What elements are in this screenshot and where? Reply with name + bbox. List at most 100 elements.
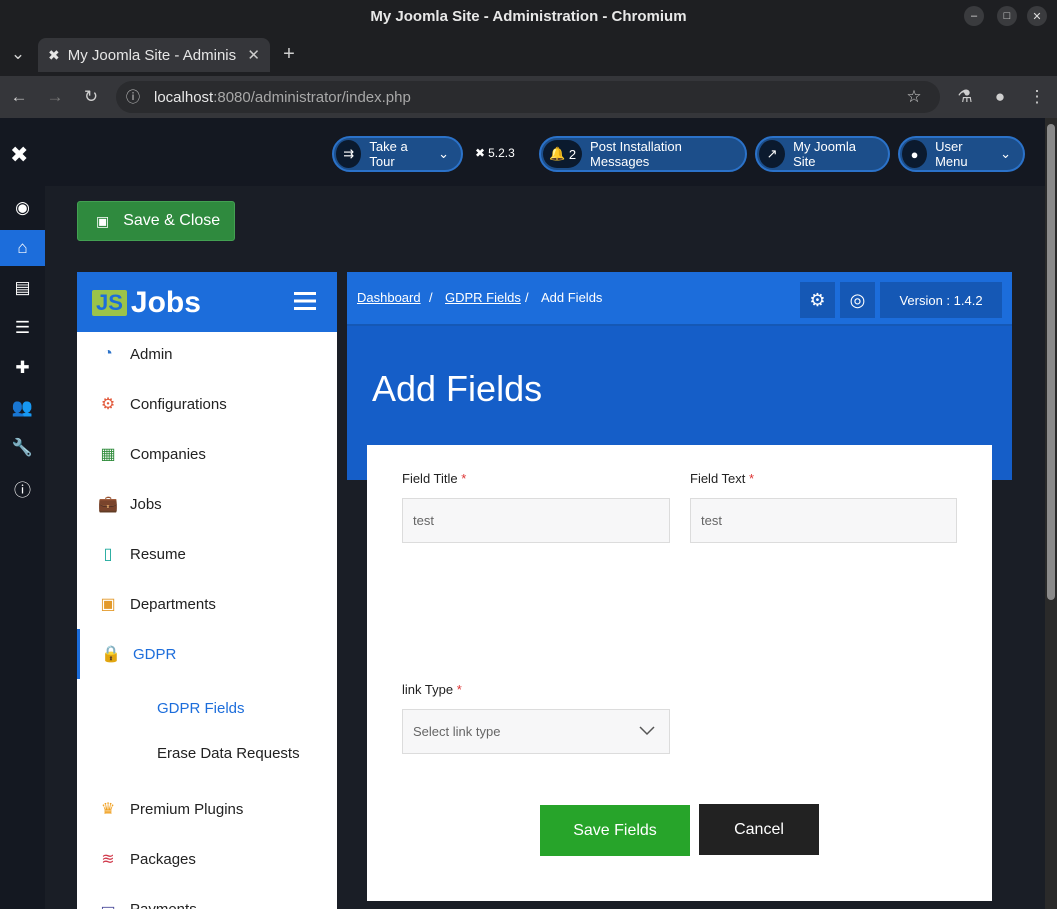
address-bar[interactable]: ⓘ localhost:8080/administrator/index.php	[116, 81, 940, 113]
url-path: :8080/administrator/index.php	[213, 88, 411, 106]
new-tab-icon[interactable]: +	[277, 42, 301, 66]
jsjobs-logo-mark: JS	[92, 290, 127, 316]
sidebar-item-label: GDPR	[133, 645, 177, 663]
sidebar-item-resume[interactable]: ▯ Resume	[77, 529, 337, 579]
briefcase-icon: 💼	[98, 496, 118, 513]
sidebar-item-configurations[interactable]: ⚙ Configurations	[77, 379, 337, 429]
signpost-icon: ⇉	[336, 140, 362, 168]
home-icon[interactable]: ⌂	[0, 230, 45, 266]
link-type-label: link Type *	[402, 682, 462, 697]
save-close-label: Save & Close	[123, 212, 221, 229]
required-marker: *	[749, 471, 755, 486]
content-file-icon[interactable]: ▤	[0, 270, 45, 306]
settings-gear-button[interactable]: ⚙	[800, 282, 835, 318]
sidebar-item-premium-plugins[interactable]: ♛ Premium Plugins	[77, 784, 337, 834]
chevron-down-icon: ⌄	[1000, 146, 1011, 161]
joomla-logo-icon[interactable]: ✖	[10, 142, 28, 168]
back-icon[interactable]: ←	[7, 85, 31, 109]
save-fields-button[interactable]: Save Fields	[540, 805, 690, 856]
bell-icon: 🔔	[549, 146, 566, 161]
required-marker: *	[456, 682, 462, 697]
joomla-favicon-icon: ✖	[48, 46, 60, 63]
sidebar-item-companies[interactable]: ▦ Companies	[77, 429, 337, 479]
field-title-label-text: Field Title	[402, 471, 458, 486]
site-info-icon[interactable]: ⓘ	[126, 87, 140, 107]
labs-flask-icon[interactable]: ⚗	[953, 85, 977, 109]
close-window-button[interactable]: ✕	[1027, 6, 1047, 26]
sidebar-item-label: Jobs	[130, 495, 162, 513]
joomla-small-icon: ✖	[475, 146, 486, 160]
sidebar-item-payments[interactable]: ▭ Payments	[77, 884, 337, 909]
save-close-button[interactable]: ▣ Save & Close	[77, 201, 235, 241]
bookmark-star-icon[interactable]: ☆	[902, 85, 926, 109]
field-text-label: Field Text *	[690, 471, 754, 486]
url-host: localhost	[154, 88, 214, 106]
breadcrumb-gdpr-fields[interactable]: GDPR Fields	[445, 290, 521, 305]
id-badge-icon: ▣	[100, 596, 116, 613]
profile-icon[interactable]: ●	[988, 85, 1012, 109]
page-scrollbar-thumb[interactable]	[1047, 124, 1055, 600]
hamburger-menu-icon[interactable]	[294, 290, 316, 312]
close-tab-icon[interactable]: ✕	[247, 46, 260, 64]
sidebar-subitem-erase-data-requests[interactable]: Erase Data Requests	[157, 745, 300, 762]
lifebuoy-icon: ◎	[849, 289, 866, 310]
window-title: My Joomla Site - Administration - Chromi…	[370, 7, 687, 25]
building-icon: ▦	[100, 446, 116, 463]
page-title: Add Fields	[372, 368, 543, 409]
menus-list-icon[interactable]: ☰	[0, 310, 45, 346]
sidebar-item-label: Companies	[130, 445, 206, 463]
floppy-disk-icon: ▣	[96, 212, 110, 229]
field-title-input[interactable]: test	[402, 498, 670, 543]
sidebar-item-label: Departments	[130, 595, 216, 613]
my-joomla-site-button[interactable]: ↗ My Joomla Site	[755, 136, 890, 172]
cancel-button[interactable]: Cancel	[699, 804, 819, 855]
lock-icon: 🔒	[101, 646, 121, 663]
users-icon[interactable]: 👥	[0, 390, 45, 426]
take-tour-button[interactable]: ⇉ Take a Tour ⌄	[332, 136, 463, 172]
sidebar-item-departments[interactable]: ▣ Departments	[77, 579, 337, 629]
jsjobs-logo-text: Jobs	[130, 286, 201, 319]
gear-icon: ⚙	[809, 289, 826, 310]
user-menu-button[interactable]: ● User Menu ⌄	[898, 136, 1025, 172]
crown-icon: ♛	[100, 801, 116, 818]
database-icon: ≋	[101, 851, 115, 868]
tab-list-icon[interactable]: ⌄	[6, 42, 30, 66]
joomla-version: ✖ 5.2.3	[475, 146, 515, 160]
sidebar-subitem-gdpr-fields[interactable]: GDPR Fields	[157, 700, 245, 717]
window-titlebar: My Joomla Site - Administration - Chromi…	[0, 0, 1057, 32]
browser-menu-icon[interactable]: ⋮	[1025, 85, 1049, 109]
help-lifebuoy-button[interactable]: ◎	[840, 282, 875, 318]
sidebar-item-gdpr[interactable]: 🔒 GDPR	[77, 629, 337, 679]
sidebar-item-label: Configurations	[130, 395, 227, 413]
jsjobs-logo[interactable]: JS Jobs	[92, 286, 201, 320]
reload-icon[interactable]: ↻	[79, 85, 103, 109]
help-info-icon[interactable]: ⓘ	[0, 470, 45, 506]
sidebar-item-label: Admin	[130, 345, 173, 363]
version-badge: Version : 1.4.2	[880, 282, 1002, 318]
sidebar-item-label: Payments	[130, 900, 197, 909]
field-title-label: Field Title *	[402, 471, 466, 486]
components-puzzle-icon[interactable]: ✚	[0, 350, 45, 386]
browser-tab[interactable]: ✖ My Joomla Site - Adminis ✕	[38, 38, 270, 72]
minimize-button[interactable]: –	[964, 6, 984, 26]
link-type-select[interactable]: Select link type	[402, 709, 670, 754]
sidebar-item-admin[interactable]: ◔ Admin	[77, 329, 337, 379]
sidebar-item-jobs[interactable]: 💼 Jobs	[77, 479, 337, 529]
field-text-label-text: Field Text	[690, 471, 746, 486]
system-wrench-icon[interactable]: 🔧	[0, 430, 45, 466]
chevron-down-icon	[639, 726, 655, 736]
maximize-button[interactable]: □	[997, 6, 1017, 26]
external-link-icon: ↗	[759, 140, 786, 168]
gear-icon: ⚙	[100, 396, 116, 413]
breadcrumb-dashboard[interactable]: Dashboard	[357, 290, 421, 305]
messages-label: Post Installation Messages	[590, 139, 682, 169]
field-text-input[interactable]: test	[690, 498, 957, 543]
forward-icon[interactable]: →	[43, 85, 67, 109]
take-tour-label: Take a Tour	[369, 139, 408, 169]
sidebar-item-label: Resume	[130, 545, 186, 563]
toggle-menu-icon[interactable]: ◉	[0, 190, 45, 226]
site-label: My Joomla Site	[793, 139, 856, 169]
sidebar-item-packages[interactable]: ≋ Packages	[77, 834, 337, 884]
user-icon: ●	[902, 140, 928, 168]
post-installation-messages-button[interactable]: 🔔 2 Post Installation Messages	[539, 136, 747, 172]
